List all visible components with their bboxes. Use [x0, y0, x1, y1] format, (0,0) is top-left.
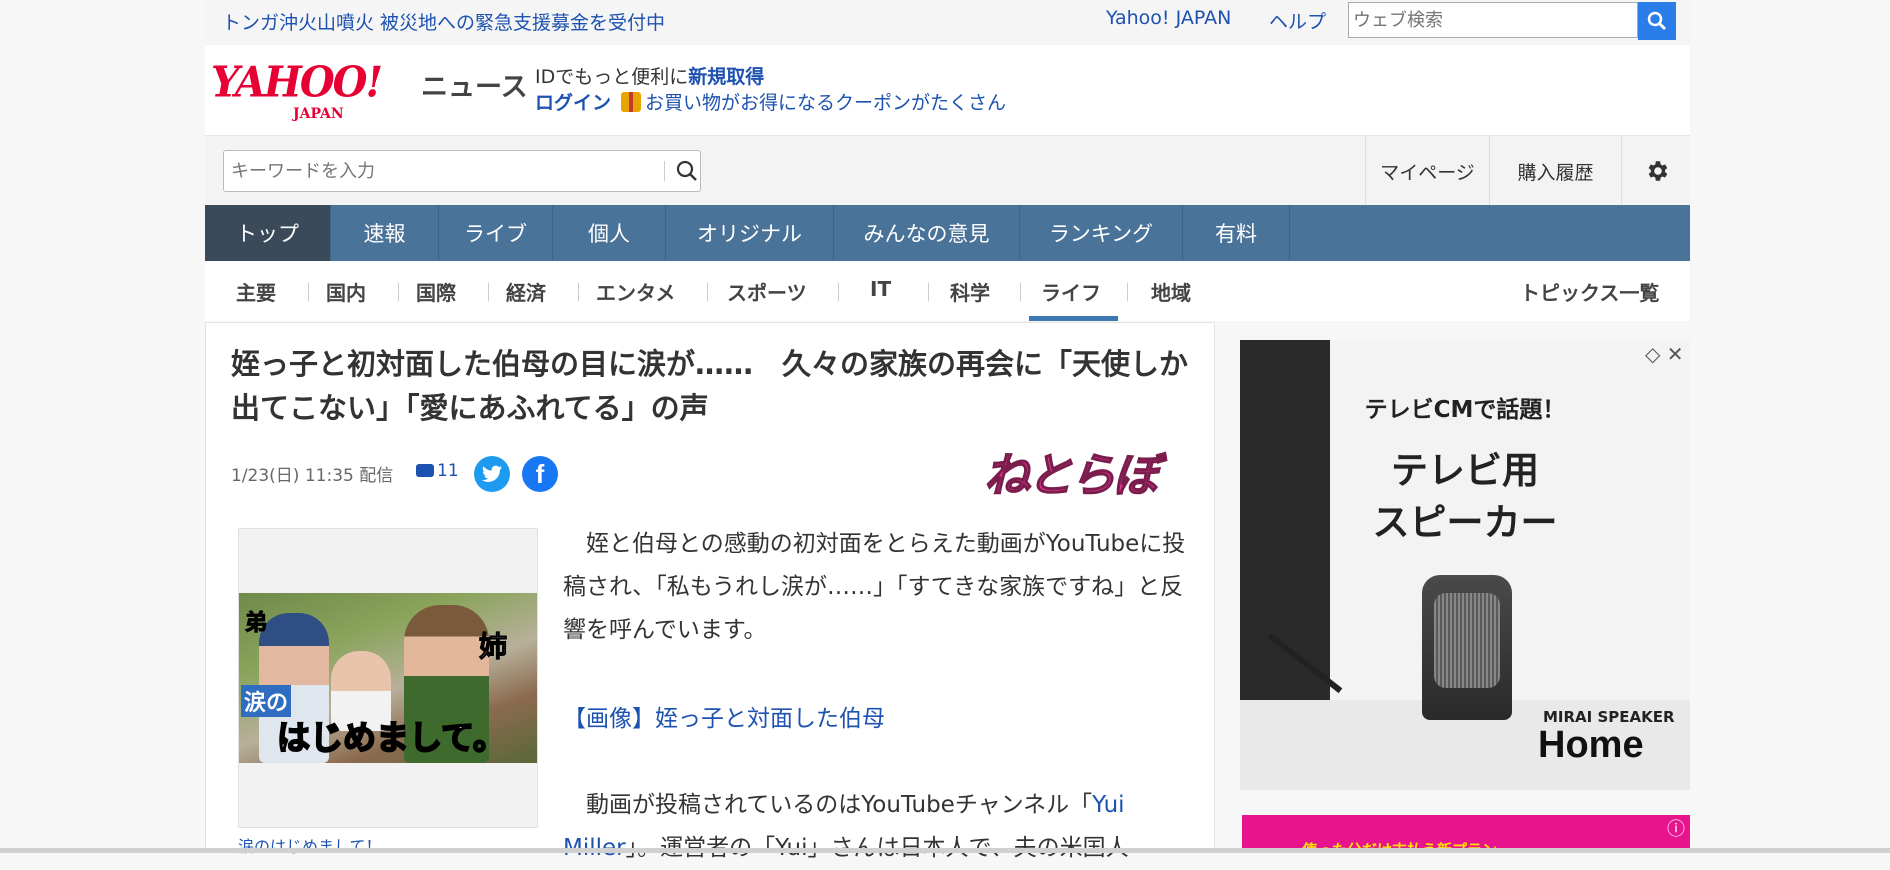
login-link[interactable]: ログイン — [535, 92, 611, 114]
divider — [398, 283, 399, 301]
topic-main[interactable]: 主要 — [236, 277, 276, 306]
topic-life[interactable]: ライフ — [1041, 277, 1101, 306]
web-search-box — [1348, 2, 1638, 38]
all-topics-link[interactable]: トピックス一覧 — [1520, 277, 1659, 306]
article-paragraph-1: 姪と伯母との感動の初対面をとらえた動画がYouTubeに投稿され、「私もうれし涙… — [563, 531, 1186, 643]
search-icon — [676, 160, 697, 181]
main-nav: トップ 速報 ライブ 個人 オリジナル みんなの意見 ランキング 有料 — [205, 205, 1690, 261]
article-photo: 弟 姉 涙の はじめまして。 — [239, 593, 537, 763]
signup-link[interactable]: 新規取得 — [688, 66, 764, 88]
photo-caption-left: 弟 — [244, 610, 268, 637]
facebook-icon: f — [535, 458, 545, 489]
top-bar: トンガ沖火山噴火 被災地への緊急支援募金を受付中 Yahoo! JAPAN ヘル… — [205, 0, 1690, 45]
divider — [928, 283, 929, 301]
nav-live[interactable]: ライブ — [439, 205, 553, 261]
image-gallery-link[interactable]: 【画像】姪っ子と対面した伯母 — [563, 699, 885, 733]
source-logo[interactable]: ねとらぼ — [983, 439, 1160, 505]
login-row: ログイン お買い物がお得になるクーポンがたくさん — [535, 88, 1006, 115]
bottom-edge — [0, 848, 1890, 853]
ad-headline: テレビ用 スピーカー — [1240, 445, 1690, 549]
divider — [488, 283, 489, 301]
topic-domestic[interactable]: 国内 — [326, 277, 366, 306]
id-promo-text: IDでもっと便利に — [535, 66, 689, 88]
topic-entertainment[interactable]: エンタメ — [596, 277, 675, 306]
search-row: マイページ 購入履歴 — [205, 135, 1690, 206]
ad-close-icon[interactable]: ✕ — [1667, 342, 1684, 366]
divider — [1020, 283, 1021, 301]
nav-original[interactable]: オリジナル — [666, 205, 834, 261]
comment-count-link[interactable]: 11 — [416, 461, 459, 481]
logo-yahoo-text: YAHOO! — [211, 57, 383, 108]
nav-individual[interactable]: 個人 — [553, 205, 666, 261]
active-topic-indicator — [1029, 316, 1118, 321]
keyword-search-input[interactable] — [224, 151, 638, 191]
web-search-input[interactable] — [1349, 3, 1627, 37]
article-paragraph-2: 動画が投稿されているのはYouTubeチャンネル「Yui Miller」。運営者… — [563, 784, 1193, 870]
ad-line-2: テレビ用 — [1391, 449, 1539, 492]
topic-science[interactable]: 科学 — [950, 277, 990, 306]
yahoo-japan-link[interactable]: Yahoo! JAPAN — [1106, 7, 1231, 29]
divider — [308, 283, 309, 301]
nav-paid[interactable]: 有料 — [1183, 205, 1290, 261]
photo-caption-main: はじめまして。 — [276, 717, 507, 758]
coupon-link[interactable]: お買い物がお得になるクーポンがたくさん — [645, 92, 1006, 114]
donation-notice-link[interactable]: トンガ沖火山噴火 被災地への緊急支援募金を受付中 — [222, 8, 665, 35]
help-link[interactable]: ヘルプ — [1269, 7, 1326, 34]
divider — [664, 161, 665, 181]
nav-breaking[interactable]: 速報 — [331, 205, 439, 261]
article-headline: 姪っ子と初対面した伯母の目に涙が…… 久々の家族の再会に「天使しか出てこない」「… — [231, 347, 1189, 425]
user-links: マイページ 購入履歴 — [1365, 136, 1692, 206]
photo-caption-right: 姉 — [478, 630, 508, 664]
gear-icon — [1648, 161, 1668, 181]
paragraph-2-prefix: 動画が投稿されているのはYouTubeチャンネル「 — [563, 792, 1093, 818]
topic-sports[interactable]: スポーツ — [727, 277, 807, 306]
article: 姪っ子と初対面した伯母の目に涙が…… 久々の家族の再会に「天使しか出てこない」「… — [205, 322, 1215, 861]
ad-line-1: テレビCMで話題！ — [1364, 397, 1566, 423]
twitter-icon — [482, 465, 502, 482]
topic-economy[interactable]: 経済 — [506, 277, 546, 306]
topic-it[interactable]: IT — [870, 277, 891, 301]
id-promo: IDでもっと便利に新規取得 — [535, 62, 764, 89]
speaker-ad[interactable]: テレビCMで話題！ テレビ用 スピーカー MIRAI SPEAKER Home ◇… — [1240, 340, 1690, 790]
keyword-search-box — [223, 150, 701, 192]
article-date: 1/23(日) 11:35 配信 — [231, 466, 394, 486]
topic-local[interactable]: 地域 — [1151, 277, 1191, 306]
settings-button[interactable] — [1621, 136, 1692, 206]
divider — [707, 283, 708, 301]
ad-info-icon[interactable]: ⓘ — [1667, 815, 1685, 841]
ad-product: Home — [1538, 724, 1644, 766]
search-icon — [1647, 11, 1666, 30]
gift-icon — [621, 92, 642, 112]
nav-ranking[interactable]: ランキング — [1020, 205, 1183, 261]
site-header: YAHOO! JAPAN ニュース IDでもっと便利に新規取得 ログイン お買い物… — [205, 45, 1690, 135]
nav-top[interactable]: トップ — [205, 205, 331, 261]
web-search-button[interactable] — [1638, 2, 1676, 40]
twitter-share-button[interactable] — [474, 456, 510, 492]
ad-line-3: スピーカー — [1372, 501, 1558, 544]
logo-japan-text: JAPAN — [293, 106, 344, 122]
keyword-search-button[interactable] — [672, 155, 702, 187]
topic-world[interactable]: 国際 — [416, 277, 456, 306]
mypage-link[interactable]: マイページ — [1365, 136, 1489, 206]
article-image[interactable]: 弟 姉 涙の はじめまして。 — [238, 528, 538, 828]
ad-info-icon[interactable]: ◇ — [1645, 342, 1660, 366]
image-caption-link[interactable]: 涙のはじめまして！ — [238, 833, 382, 857]
logo-news-text: ニュース — [421, 72, 528, 103]
purchase-history-link[interactable]: 購入履歴 — [1489, 136, 1621, 206]
topic-nav: 主要 国内 国際 経済 エンタメ スポーツ IT 科学 ライフ 地域 トピックス… — [205, 261, 1690, 321]
comment-icon — [416, 464, 434, 477]
ad-controls: ◇ ✕ — [1645, 342, 1684, 366]
comment-count: 11 — [437, 461, 459, 481]
nav-opinions[interactable]: みんなの意見 — [834, 205, 1020, 261]
facebook-share-button[interactable]: f — [522, 456, 558, 492]
divider — [838, 283, 839, 301]
divider — [578, 283, 579, 301]
divider — [1127, 283, 1128, 301]
ad-speaker-image — [1422, 575, 1512, 720]
